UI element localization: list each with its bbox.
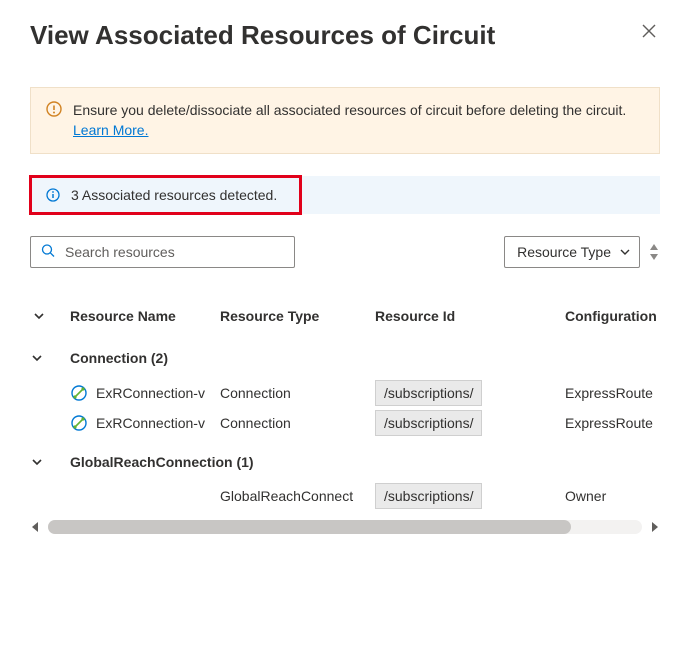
chevron-down-icon: [30, 455, 70, 469]
warning-icon: [45, 100, 63, 118]
col-header-id: Resource Id: [375, 308, 565, 324]
group-by-selected: Resource Type: [517, 244, 611, 260]
resource-type: GlobalReachConnect: [220, 488, 375, 504]
resource-name: ExRConnection-v: [96, 385, 205, 401]
resource-id-box[interactable]: /subscriptions/: [375, 483, 482, 509]
search-icon: [40, 242, 56, 261]
info-text: 3 Associated resources detected.: [71, 187, 277, 203]
learn-more-link[interactable]: Learn More.: [73, 122, 148, 138]
horizontal-scrollbar[interactable]: [30, 520, 660, 534]
resource-type: Connection: [220, 385, 375, 401]
resource-config: ExpressRoute: [565, 385, 660, 401]
sort-toggle[interactable]: [648, 243, 660, 261]
expand-all-toggle[interactable]: [30, 309, 70, 323]
grid-header: Resource Name Resource Type Resource Id …: [30, 308, 660, 334]
table-row: ExRConnection-v Connection /subscription…: [30, 408, 660, 438]
col-header-name: Resource Name: [70, 308, 220, 324]
search-input[interactable]: [30, 236, 295, 268]
close-icon: [642, 24, 656, 38]
group-row[interactable]: GlobalReachConnection (1): [30, 438, 660, 482]
group-label: Connection (2): [70, 350, 660, 366]
connection-icon: [70, 414, 88, 432]
group-by-dropdown[interactable]: Resource Type: [504, 236, 640, 268]
group-row[interactable]: Connection (2): [30, 334, 660, 378]
resource-id-box[interactable]: /subscriptions/: [375, 410, 482, 436]
warning-banner: Ensure you delete/dissociate all associa…: [30, 87, 660, 154]
connection-icon: [70, 384, 88, 402]
resource-name: ExRConnection-v: [96, 415, 205, 431]
close-button[interactable]: [638, 20, 660, 42]
table-row: GlobalReachConnect /subscriptions/ Owner: [30, 482, 660, 510]
warning-text: Ensure you delete/dissociate all associa…: [73, 102, 626, 118]
scroll-right-icon: [648, 521, 660, 533]
chevron-down-icon: [619, 246, 631, 258]
chevron-down-icon: [30, 351, 70, 365]
scroll-left-icon: [30, 521, 42, 533]
col-header-type: Resource Type: [220, 308, 375, 324]
resource-type: Connection: [220, 415, 375, 431]
info-icon: [45, 187, 61, 203]
panel-title: View Associated Resources of Circuit: [30, 20, 495, 51]
info-banner: 3 Associated resources detected.: [30, 176, 660, 214]
group-label: GlobalReachConnection (1): [70, 454, 660, 470]
resource-config: Owner: [565, 488, 660, 504]
col-header-config: Configuration: [565, 308, 660, 324]
resource-config: ExpressRoute: [565, 415, 660, 431]
resource-id-box[interactable]: /subscriptions/: [375, 380, 482, 406]
table-row: ExRConnection-v Connection /subscription…: [30, 378, 660, 408]
